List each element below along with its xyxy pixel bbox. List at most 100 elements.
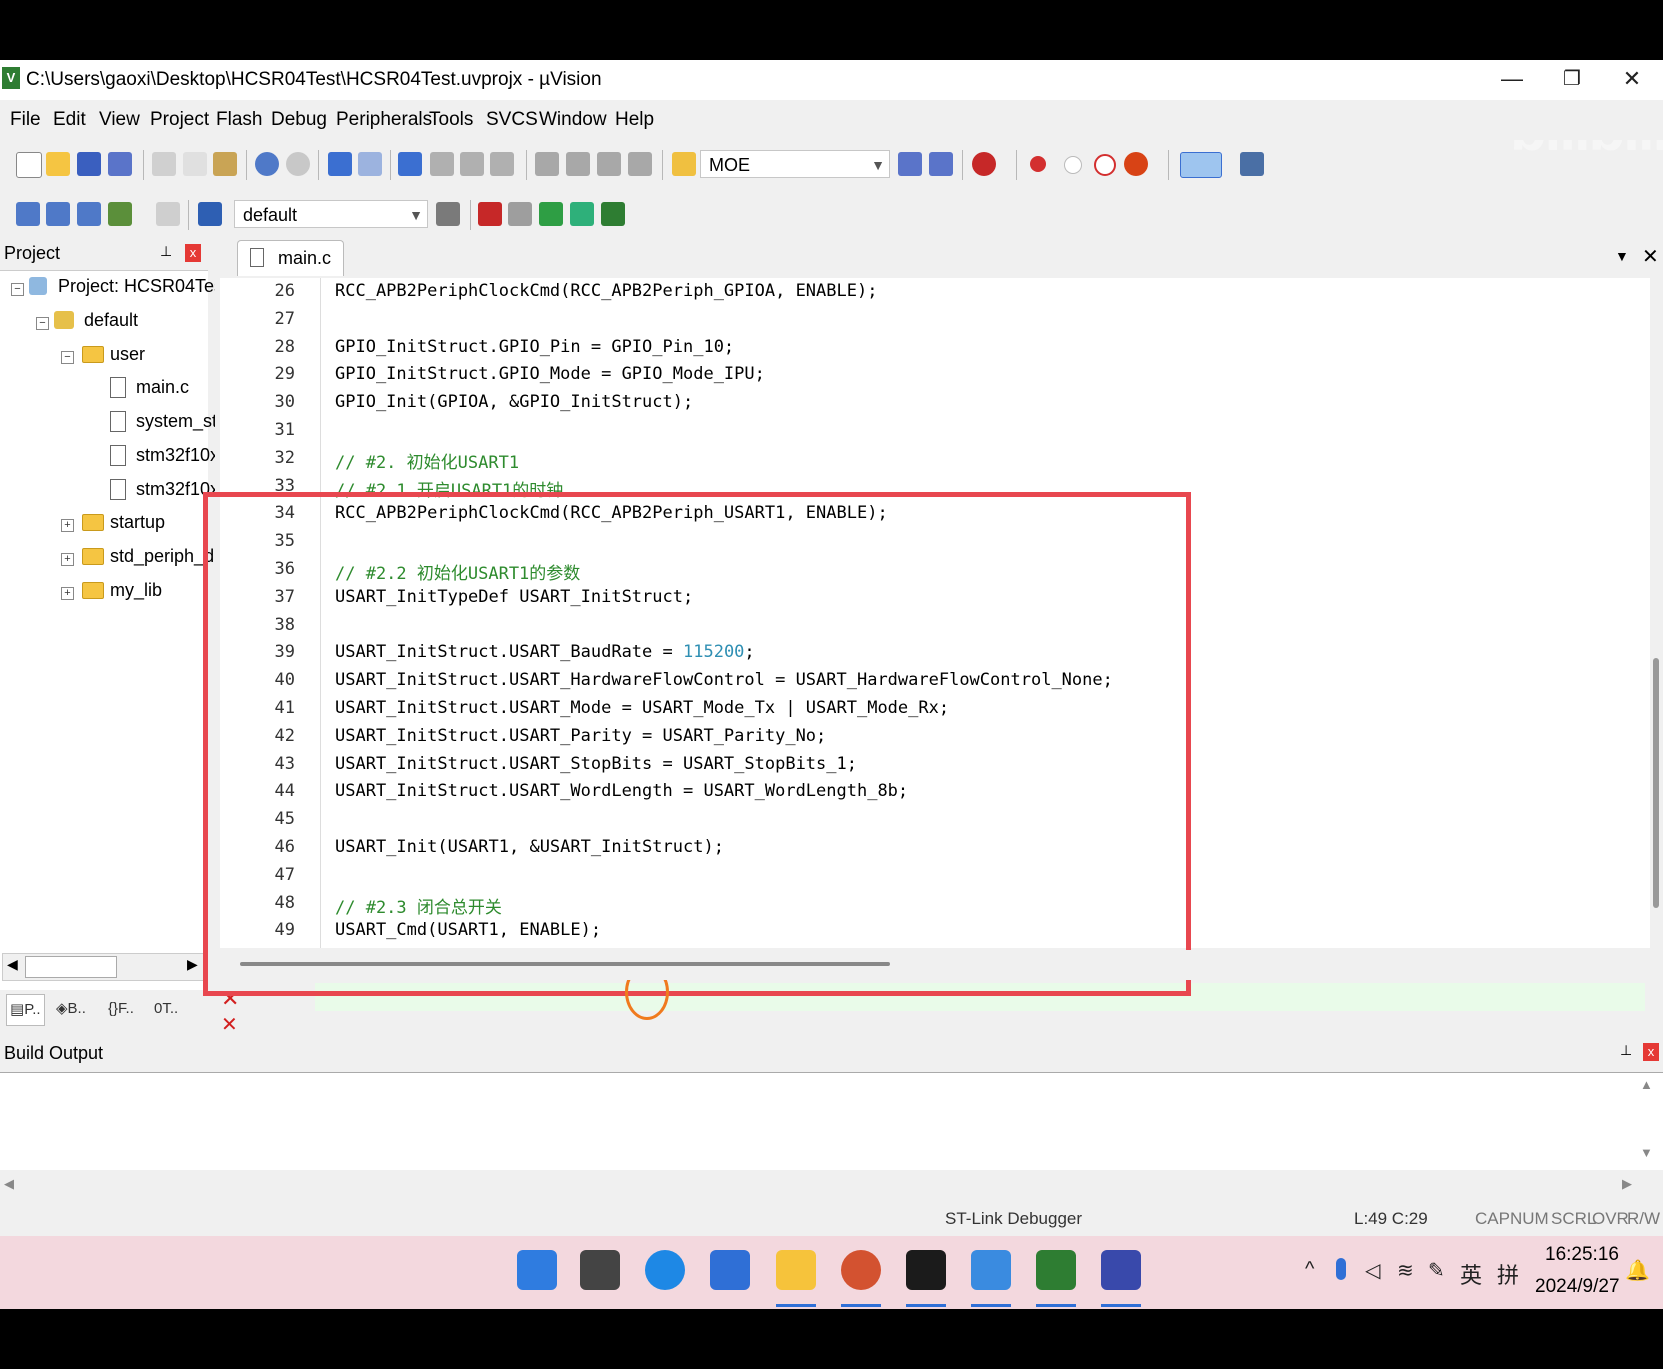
notification-bell-icon[interactable]: 🔔 — [1625, 1258, 1650, 1283]
uvision-icon[interactable] — [1036, 1250, 1076, 1290]
menu-flash[interactable]: Flash — [216, 109, 262, 131]
wifi-icon[interactable]: ≋ — [1397, 1258, 1414, 1283]
pin-icon[interactable]: ⊥ — [1620, 1042, 1632, 1059]
menu-svcs[interactable]: SVCS — [486, 109, 538, 131]
uncomment-icon[interactable] — [628, 152, 652, 176]
close-icon[interactable]: x — [185, 244, 201, 262]
chevron-down-icon[interactable]: ▼ — [871, 151, 885, 179]
project-hscrollbar[interactable]: ◀ ▶ — [2, 953, 204, 981]
cut-icon[interactable] — [152, 152, 176, 176]
tree-group-my-lib[interactable]: my_lib — [110, 580, 162, 601]
chat-icon[interactable] — [971, 1250, 1011, 1290]
file-manager-icon[interactable] — [580, 1250, 620, 1290]
target-options-icon[interactable] — [436, 202, 460, 226]
expand-icon[interactable]: + — [61, 553, 74, 566]
incremental-find-icon[interactable] — [929, 152, 953, 176]
expand-icon[interactable]: + — [61, 519, 74, 532]
find-icon[interactable] — [898, 152, 922, 176]
save-icon[interactable] — [77, 152, 101, 176]
edge-icon[interactable] — [645, 1250, 685, 1290]
menu-peripherals[interactable]: Peripherals — [336, 109, 432, 131]
comment-icon[interactable] — [597, 152, 621, 176]
undo-icon[interactable] — [255, 152, 279, 176]
expand-icon[interactable]: + — [61, 587, 74, 600]
start-icon[interactable] — [517, 1250, 557, 1290]
tab-templates[interactable]: 0T.. — [154, 994, 178, 1024]
scroll-thumb[interactable] — [25, 956, 117, 978]
close-editor-icon[interactable]: ✕ — [1642, 244, 1659, 269]
camera-icon[interactable] — [906, 1250, 946, 1290]
menu-tools[interactable]: Tools — [429, 109, 473, 131]
menu-help[interactable]: Help — [615, 109, 654, 131]
menu-edit[interactable]: Edit — [53, 109, 86, 131]
copy-icon[interactable] — [183, 152, 207, 176]
kill-breakpoints-icon[interactable] — [1094, 154, 1116, 176]
build-output-text[interactable]: ▲ ▼ — [0, 1072, 1663, 1171]
batch-build-icon[interactable] — [108, 202, 132, 226]
window-layout-icon[interactable] — [1180, 152, 1222, 178]
folder-icon[interactable] — [776, 1250, 816, 1290]
indent-icon[interactable] — [535, 152, 559, 176]
tree-file-system[interactable]: system_st — [136, 411, 217, 432]
tray-overflow-icon[interactable]: ^ — [1305, 1258, 1314, 1281]
tab-functions[interactable]: {}F.. — [108, 994, 134, 1024]
ime-language[interactable]: 英 — [1460, 1258, 1482, 1290]
tree-project-root[interactable]: Project: HCSR04Test — [58, 276, 228, 297]
microphone-icon[interactable] — [1336, 1258, 1346, 1280]
pen-icon[interactable]: ✎ — [1428, 1258, 1445, 1283]
download-load-icon[interactable] — [198, 202, 222, 226]
redo-icon[interactable] — [286, 152, 310, 176]
scroll-left-icon[interactable]: ◀ — [4, 1176, 14, 1192]
tree-file-main-c[interactable]: main.c — [136, 377, 189, 398]
manage-components-icon[interactable] — [478, 202, 502, 226]
project-components-icon[interactable] — [601, 202, 625, 226]
code-comment-line[interactable]: // #2. 初始化USART1 — [335, 448, 519, 473]
pack-installer-icon[interactable] — [539, 202, 563, 226]
editor-hscrollbar[interactable] — [220, 950, 1650, 980]
select-packs-icon[interactable] — [508, 202, 532, 226]
disable-breakpoint-icon[interactable] — [1064, 156, 1082, 174]
powerpoint-icon[interactable] — [841, 1250, 881, 1290]
debug-session-icon[interactable] — [972, 152, 996, 176]
navigate-forward-icon[interactable] — [358, 152, 382, 176]
clock-date[interactable]: 2024/9/27 — [1535, 1276, 1620, 1298]
paste-icon[interactable] — [213, 152, 237, 176]
scroll-down-icon[interactable]: ▼ — [1640, 1145, 1653, 1160]
scroll-right-icon[interactable]: ▶ — [187, 956, 198, 973]
tree-group-user[interactable]: user — [110, 344, 145, 365]
editor-vscrollbar[interactable] — [1650, 278, 1663, 948]
speaker-icon[interactable]: ◁ — [1365, 1258, 1380, 1283]
stop-build-icon[interactable] — [156, 202, 180, 226]
scroll-left-icon[interactable]: ◀ — [7, 956, 18, 973]
breakpoint-icon[interactable] — [1030, 156, 1046, 172]
configure-icon[interactable] — [1240, 152, 1264, 176]
translate-icon[interactable] — [16, 202, 40, 226]
tab-main-c[interactable]: main.c — [237, 240, 344, 276]
ime-mode[interactable]: 拼 — [1497, 1258, 1519, 1290]
tab-list-dropdown-icon[interactable]: ▼ — [1615, 248, 1629, 264]
find-combo[interactable]: MOE ▼ — [700, 150, 890, 178]
save-all-icon[interactable] — [108, 152, 132, 176]
new-file-icon[interactable] — [16, 152, 42, 178]
collapse-icon[interactable]: − — [61, 351, 74, 364]
menu-project[interactable]: Project — [150, 109, 209, 131]
chevron-down-icon[interactable]: ▼ — [409, 201, 423, 229]
unindent-icon[interactable] — [566, 152, 590, 176]
todo-icon[interactable] — [710, 1250, 750, 1290]
minimize-button[interactable]: — — [1492, 64, 1532, 94]
tree-group-startup[interactable]: startup — [110, 512, 165, 533]
collapse-icon[interactable]: − — [36, 317, 49, 330]
tab-books[interactable]: ◈B.. — [56, 994, 86, 1024]
collapse-icon[interactable]: − — [11, 283, 24, 296]
find-in-files-icon[interactable] — [672, 152, 696, 176]
navigate-back-icon[interactable] — [328, 152, 352, 176]
vscroll-thumb[interactable] — [1653, 658, 1659, 908]
menu-file[interactable]: File — [10, 109, 41, 131]
pin-icon[interactable]: ⊥ — [160, 243, 172, 260]
close-icon[interactable]: x — [1643, 1043, 1659, 1061]
bookmark-toggle-icon[interactable] — [398, 152, 422, 176]
code-line[interactable]: GPIO_InitStruct.GPIO_Mode = GPIO_Mode_IP… — [335, 364, 765, 384]
keyboard-icon[interactable] — [1101, 1250, 1141, 1290]
build-icon[interactable] — [46, 202, 70, 226]
software-pack-icon[interactable] — [570, 202, 594, 226]
